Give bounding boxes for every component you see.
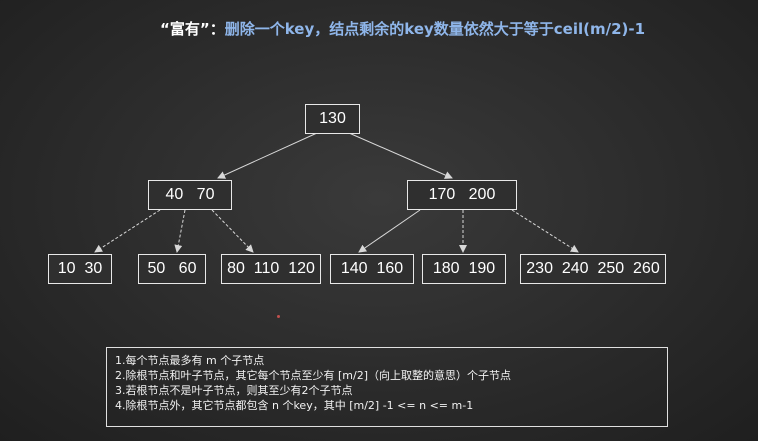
rules-box: 1.每个节点最多有 m 个子节点 2.除根节点和叶子节点，其它每个节点至少有 [… [106,347,668,427]
edge-40-70-to-80-110-120 [211,209,254,253]
node-180-190: 180 190 [422,254,506,284]
cursor-dot [277,315,280,318]
node-root: 130 [305,104,360,134]
node-50-60: 50 60 [138,254,206,284]
node-10-30: 10 30 [48,254,112,284]
node-170-200: 170 200 [407,180,517,210]
node-80-110-120: 80 110 120 [221,254,321,284]
edge-root-left [217,132,318,179]
rule-3: 3.若根节点不是叶子节点，则其至少有2个子节点 [115,384,353,397]
rule-4: 4.除根节点外，其它节点都包含 n 个key，其中 [m/2] -1 <= n … [115,399,474,412]
rule-2: 2.除根节点和叶子节点，其它每个节点至少有 [m/2]（向上取整的意思）个子节点 [115,369,511,382]
node-230-260: 230 240 250 260 [520,254,666,284]
node-40-70: 40 70 [148,180,232,210]
edge-root-right [348,132,453,179]
node-140-160: 140 160 [330,254,414,284]
edge-170-200-to-140-160 [358,209,421,253]
edge-40-70-to-10-30 [94,209,161,253]
edge-170-200-to-230-260 [511,209,579,253]
rule-1: 1.每个节点最多有 m 个子节点 [115,354,265,367]
edge-40-70-to-50-60 [174,209,186,253]
